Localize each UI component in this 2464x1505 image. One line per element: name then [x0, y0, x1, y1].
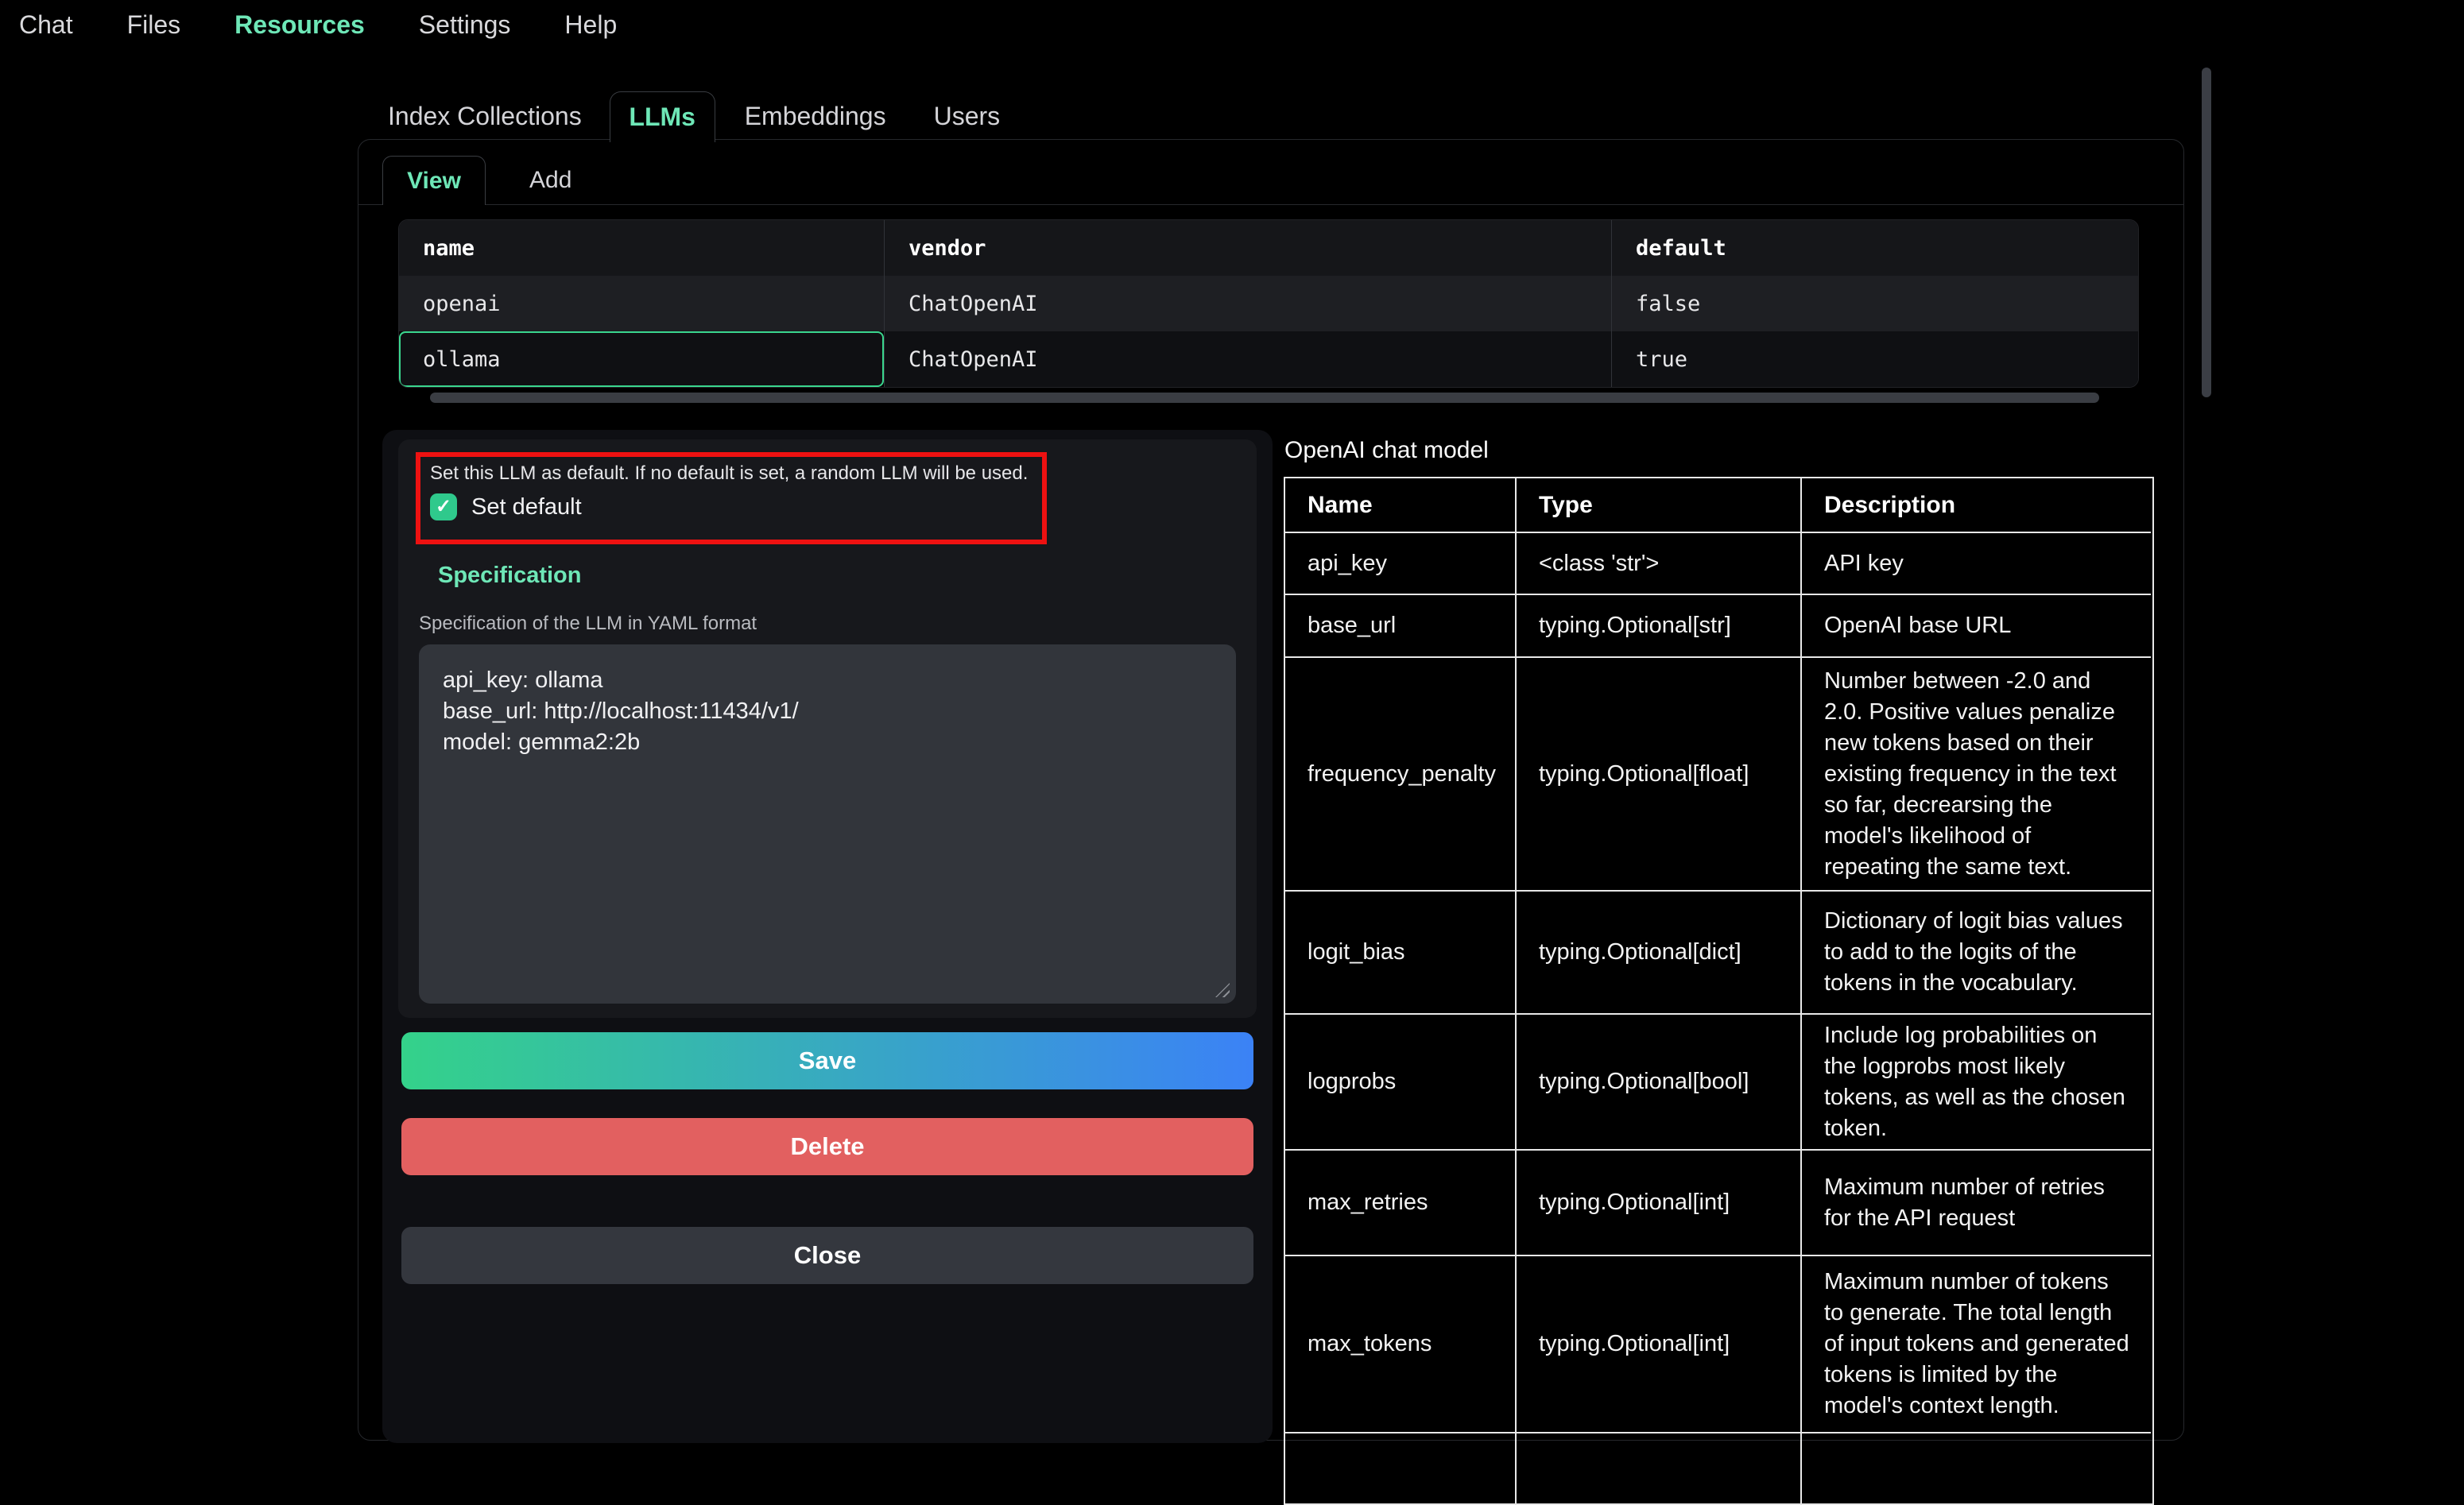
schema-row-name: max_tokens [1285, 1255, 1515, 1432]
set-default-checkbox[interactable]: ✓ [430, 493, 457, 520]
schema-row-type: typing.Optional[float] [1515, 656, 1800, 890]
yaml-line: model: gemma2:2b [443, 727, 1212, 758]
tab-llms-label: LLMs [629, 103, 695, 132]
column-header-name: name [399, 220, 884, 276]
schema-row-description: Include log probabilities on the logprob… [1800, 1013, 2151, 1149]
default-highlight-box: Set this LLM as default. If no default i… [416, 452, 1047, 544]
schema-row-type: typing.Optional[int] [1515, 1255, 1800, 1432]
llm-row-ollama-name[interactable]: ollama [399, 331, 884, 387]
view-add-tabs: View Add [382, 156, 571, 204]
tab-view[interactable]: View [382, 156, 486, 205]
schema-row-name: logprobs [1285, 1013, 1515, 1149]
subtab-divider [358, 204, 2183, 205]
schema-row-type [1515, 1432, 1800, 1503]
schema-row-type: typing.Optional[str] [1515, 594, 1800, 656]
schema-row-description: API key [1800, 532, 2151, 594]
schema-header-description: Description [1800, 478, 2151, 532]
tab-add[interactable]: Add [529, 156, 571, 204]
tab-index-collections[interactable]: Index Collections [388, 102, 582, 131]
resource-tabs: Index Collections LLMs Embeddings Users [388, 91, 1000, 141]
schema-row-name: frequency_penalty [1285, 656, 1515, 890]
schema-row-name: api_key [1285, 532, 1515, 594]
schema-row-type: typing.Optional[int] [1515, 1149, 1800, 1255]
yaml-line: api_key: ollama [443, 665, 1212, 696]
llm-row-openai-name[interactable]: openai [399, 276, 884, 331]
nav-item-settings[interactable]: Settings [419, 10, 511, 40]
resize-handle-icon[interactable] [1215, 983, 1230, 997]
check-icon: ✓ [436, 497, 451, 516]
nav-item-resources[interactable]: Resources [234, 10, 365, 40]
schema-row-type: typing.Optional[dict] [1515, 890, 1800, 1013]
schema-row-name: max_retries [1285, 1149, 1515, 1255]
tab-view-label: View [407, 168, 461, 195]
schema-header-name: Name [1285, 478, 1515, 532]
nav-item-files[interactable]: Files [127, 10, 181, 40]
tab-llms[interactable]: LLMs [610, 91, 715, 142]
column-header-default: default [1611, 220, 2139, 276]
schema-header-type: Type [1515, 478, 1800, 532]
llm-row-ollama-vendor[interactable]: ChatOpenAI [884, 331, 1611, 387]
default-warning-text: Set this LLM as default. If no default i… [430, 462, 1032, 486]
set-default-row: ✓ Set default [430, 493, 1032, 520]
model-schema-table: Name Type Description api_key <class 'st… [1284, 477, 2154, 1505]
save-button[interactable]: Save [401, 1032, 1253, 1089]
schema-row-type: <class 'str'> [1515, 532, 1800, 594]
nav-item-help[interactable]: Help [564, 10, 617, 40]
model-schema-title: OpenAI chat model [1284, 437, 1489, 464]
app-root: { "nav": { "items": ["Chat", "Files", "R… [0, 0, 2464, 1488]
table-horizontal-scrollbar[interactable] [430, 393, 2099, 403]
page-scrollbar[interactable] [2202, 68, 2211, 397]
schema-row-description: Maximum number of retries for the API re… [1800, 1149, 2151, 1255]
yaml-line: base_url: http://localhost:11434/v1/ [443, 696, 1212, 727]
schema-row-name: base_url [1285, 594, 1515, 656]
llm-detail-form: Set this LLM as default. If no default i… [398, 439, 1257, 1018]
llm-detail-card: Set this LLM as default. If no default i… [382, 430, 1273, 1443]
yaml-format-label: Specification of the LLM in YAML format [419, 613, 757, 635]
tab-users[interactable]: Users [934, 102, 1001, 131]
delete-button[interactable]: Delete [401, 1118, 1253, 1175]
schema-row-name: logit_bias [1285, 890, 1515, 1013]
llm-row-openai-vendor[interactable]: ChatOpenAI [884, 276, 1611, 331]
top-navigation: Chat Files Resources Settings Help [19, 6, 617, 43]
schema-row-type: typing.Optional[bool] [1515, 1013, 1800, 1149]
llm-row-openai-default[interactable]: false [1611, 276, 2139, 331]
tab-embeddings[interactable]: Embeddings [745, 102, 886, 131]
specification-heading: Specification [438, 563, 582, 589]
schema-row-name [1285, 1432, 1515, 1503]
llm-row-ollama-default[interactable]: true [1611, 331, 2139, 387]
nav-item-chat[interactable]: Chat [19, 10, 73, 40]
schema-row-description: Number between -2.0 and 2.0. Positive va… [1800, 656, 2151, 890]
schema-row-description: OpenAI base URL [1800, 594, 2151, 656]
schema-row-description: Maximum number of tokens to generate. Th… [1800, 1255, 2151, 1432]
schema-row-description: Dictionary of logit bias values to add t… [1800, 890, 2151, 1013]
yaml-spec-textarea[interactable]: api_key: ollama base_url: http://localho… [419, 644, 1236, 1004]
schema-row-description [1800, 1432, 2151, 1503]
close-button[interactable]: Close [401, 1227, 1253, 1284]
llm-list-table: name vendor default openai ChatOpenAI fa… [398, 219, 2139, 388]
set-default-label: Set default [471, 494, 582, 520]
column-header-vendor: vendor [884, 220, 1611, 276]
